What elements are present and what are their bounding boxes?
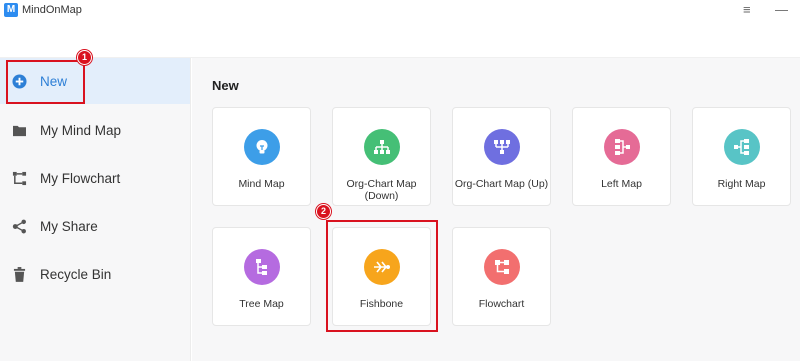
trash-icon (11, 266, 27, 282)
sidebar-item-label: Recycle Bin (40, 266, 112, 282)
template-label: Tree Map (239, 298, 284, 310)
org-chart-down-icon (364, 129, 400, 165)
minimize-button[interactable]: — (775, 2, 788, 18)
template-card-right-map[interactable]: Right Map (692, 107, 791, 206)
sidebar-item-recycle-bin[interactable]: Recycle Bin (0, 251, 190, 297)
app-logo-icon: M (4, 3, 18, 17)
template-label: Mind Map (238, 178, 285, 190)
tree-map-icon (244, 249, 280, 285)
template-label: Org-Chart Map (Up) (454, 178, 549, 190)
template-label: Right Map (717, 178, 766, 190)
template-card-flowchart[interactable]: Flowchart (452, 227, 551, 326)
title-bar: M MindOnMap ≡ — (0, 0, 800, 22)
share-icon (11, 218, 27, 234)
template-card-org-chart-up[interactable]: Org-Chart Map (Up) (452, 107, 551, 206)
sidebar-item-label: My Share (40, 218, 98, 234)
sidebar-item-label: My Flowchart (40, 170, 121, 186)
template-card-org-chart-down[interactable]: Org-Chart Map (Down) (332, 107, 431, 206)
org-chart-up-icon (484, 129, 520, 165)
highlight-box-new (6, 60, 85, 104)
template-card-left-map[interactable]: Left Map (572, 107, 671, 206)
template-card-tree-map[interactable]: Tree Map (212, 227, 311, 326)
right-map-icon (724, 129, 760, 165)
highlight-box-fishbone (326, 220, 438, 332)
sidebar-item-my-flowchart[interactable]: My Flowchart (0, 155, 190, 201)
template-label: Left Map (601, 178, 642, 190)
sidebar-item-label: My Mind Map (40, 122, 122, 138)
menu-button[interactable]: ≡ (743, 2, 751, 18)
template-card-mind-map[interactable]: Mind Map (212, 107, 311, 206)
sidebar-item-my-share[interactable]: My Share (0, 203, 190, 249)
template-label: Flowchart (478, 298, 525, 310)
folder-icon (11, 122, 27, 138)
step-badge-2: 2 (316, 204, 331, 219)
section-title: New (212, 78, 239, 93)
flowchart-icon (11, 170, 27, 186)
lightbulb-icon (244, 129, 280, 165)
left-map-icon (604, 129, 640, 165)
sidebar-item-my-mind-map[interactable]: My Mind Map (0, 107, 190, 153)
app-title: MindOnMap (22, 4, 82, 16)
step-badge-1: 1 (77, 50, 92, 65)
template-label: Org-Chart Map (Down) (346, 178, 417, 202)
main-panel: New Mind Map Org-Chart Map (Down) Org-Ch… (192, 58, 800, 361)
flowchart-icon (484, 249, 520, 285)
top-band (0, 22, 800, 58)
